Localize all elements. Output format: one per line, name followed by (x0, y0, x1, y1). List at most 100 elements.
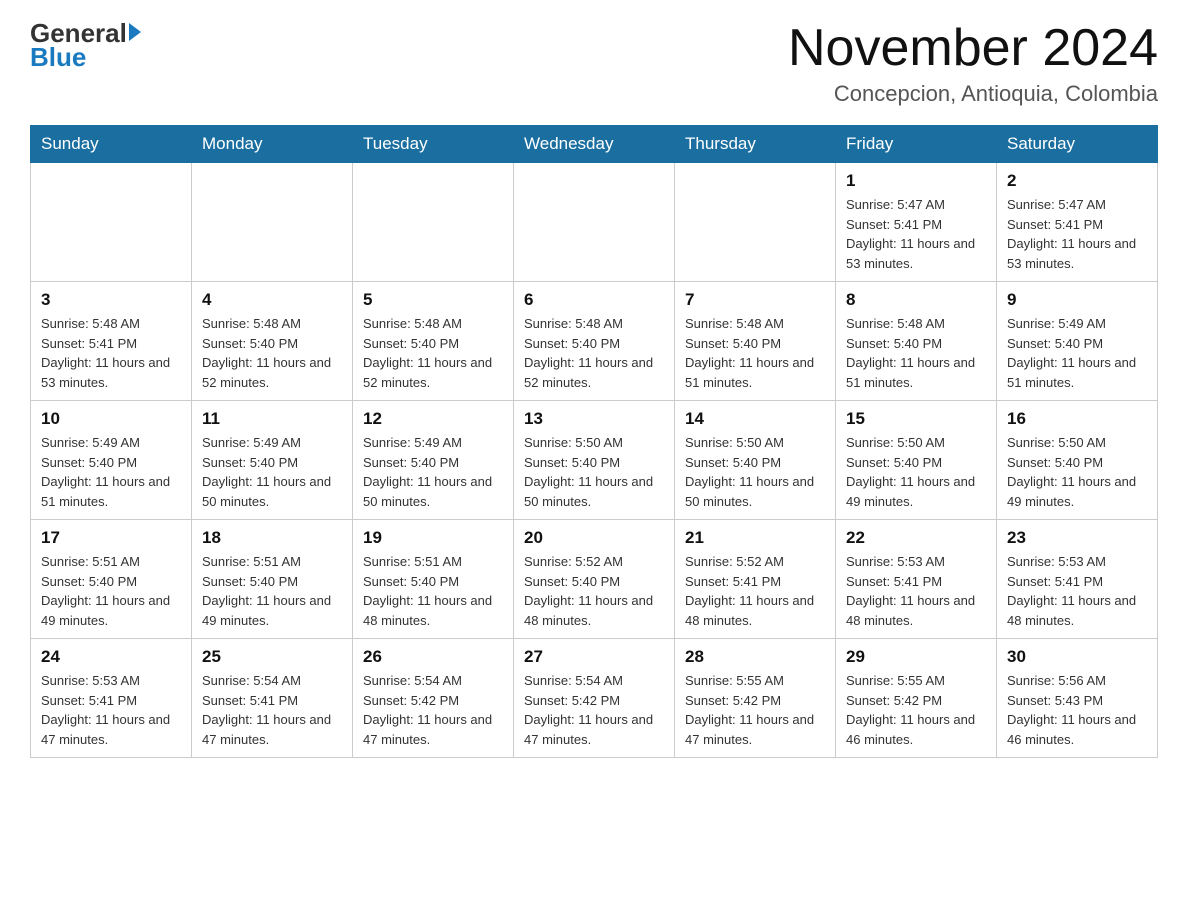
day-cell: 20 Sunrise: 5:52 AM Sunset: 5:40 PM Dayli… (514, 520, 675, 639)
day-cell: 13 Sunrise: 5:50 AM Sunset: 5:40 PM Dayli… (514, 401, 675, 520)
day-info: Sunrise: 5:48 AM Sunset: 5:40 PM Dayligh… (202, 314, 342, 392)
day-cell: 12 Sunrise: 5:49 AM Sunset: 5:40 PM Dayli… (353, 401, 514, 520)
day-info: Sunrise: 5:53 AM Sunset: 5:41 PM Dayligh… (41, 671, 181, 749)
day-cell: 7 Sunrise: 5:48 AM Sunset: 5:40 PM Daylig… (675, 282, 836, 401)
weekday-header-sunday: Sunday (31, 126, 192, 163)
logo-blue-text: Blue (30, 42, 86, 73)
day-info: Sunrise: 5:49 AM Sunset: 5:40 PM Dayligh… (363, 433, 503, 511)
day-number: 27 (524, 647, 664, 667)
day-info: Sunrise: 5:54 AM Sunset: 5:42 PM Dayligh… (524, 671, 664, 749)
day-info: Sunrise: 5:55 AM Sunset: 5:42 PM Dayligh… (846, 671, 986, 749)
day-info: Sunrise: 5:50 AM Sunset: 5:40 PM Dayligh… (524, 433, 664, 511)
day-info: Sunrise: 5:52 AM Sunset: 5:41 PM Dayligh… (685, 552, 825, 630)
day-number: 24 (41, 647, 181, 667)
day-cell: 10 Sunrise: 5:49 AM Sunset: 5:40 PM Dayli… (31, 401, 192, 520)
day-number: 25 (202, 647, 342, 667)
weekday-header-thursday: Thursday (675, 126, 836, 163)
day-info: Sunrise: 5:51 AM Sunset: 5:40 PM Dayligh… (41, 552, 181, 630)
week-row-2: 3 Sunrise: 5:48 AM Sunset: 5:41 PM Daylig… (31, 282, 1158, 401)
day-info: Sunrise: 5:48 AM Sunset: 5:41 PM Dayligh… (41, 314, 181, 392)
day-number: 17 (41, 528, 181, 548)
day-cell (514, 163, 675, 282)
day-cell: 19 Sunrise: 5:51 AM Sunset: 5:40 PM Dayli… (353, 520, 514, 639)
day-cell: 11 Sunrise: 5:49 AM Sunset: 5:40 PM Dayli… (192, 401, 353, 520)
day-cell: 14Sunrise: 5:50 AM Sunset: 5:40 PM Dayli… (675, 401, 836, 520)
day-cell: 29 Sunrise: 5:55 AM Sunset: 5:42 PM Dayli… (836, 639, 997, 758)
day-number: 7 (685, 290, 825, 310)
day-number: 15 (846, 409, 986, 429)
day-number: 10 (41, 409, 181, 429)
day-info: Sunrise: 5:49 AM Sunset: 5:40 PM Dayligh… (41, 433, 181, 511)
day-cell: 18 Sunrise: 5:51 AM Sunset: 5:40 PM Dayli… (192, 520, 353, 639)
calendar-table: SundayMondayTuesdayWednesdayThursdayFrid… (30, 125, 1158, 758)
day-info: Sunrise: 5:53 AM Sunset: 5:41 PM Dayligh… (1007, 552, 1147, 630)
day-cell: 4 Sunrise: 5:48 AM Sunset: 5:40 PM Daylig… (192, 282, 353, 401)
day-number: 5 (363, 290, 503, 310)
day-cell: 28 Sunrise: 5:55 AM Sunset: 5:42 PM Dayli… (675, 639, 836, 758)
weekday-header-monday: Monday (192, 126, 353, 163)
day-info: Sunrise: 5:55 AM Sunset: 5:42 PM Dayligh… (685, 671, 825, 749)
day-cell: 26 Sunrise: 5:54 AM Sunset: 5:42 PM Dayli… (353, 639, 514, 758)
day-number: 23 (1007, 528, 1147, 548)
day-number: 28 (685, 647, 825, 667)
day-cell: 21 Sunrise: 5:52 AM Sunset: 5:41 PM Dayli… (675, 520, 836, 639)
day-cell (31, 163, 192, 282)
day-number: 29 (846, 647, 986, 667)
day-number: 12 (363, 409, 503, 429)
day-number: 11 (202, 409, 342, 429)
day-cell: 5 Sunrise: 5:48 AM Sunset: 5:40 PM Daylig… (353, 282, 514, 401)
day-cell: 22Sunrise: 5:53 AM Sunset: 5:41 PM Dayli… (836, 520, 997, 639)
day-cell: 27 Sunrise: 5:54 AM Sunset: 5:42 PM Dayli… (514, 639, 675, 758)
day-info: Sunrise: 5:52 AM Sunset: 5:40 PM Dayligh… (524, 552, 664, 630)
day-info: Sunrise: 5:47 AM Sunset: 5:41 PM Dayligh… (846, 195, 986, 273)
logo-arrow-icon (129, 23, 141, 41)
day-info: Sunrise: 5:48 AM Sunset: 5:40 PM Dayligh… (524, 314, 664, 392)
day-info: Sunrise: 5:54 AM Sunset: 5:41 PM Dayligh… (202, 671, 342, 749)
day-number: 30 (1007, 647, 1147, 667)
day-cell (675, 163, 836, 282)
day-number: 18 (202, 528, 342, 548)
day-cell: 15 Sunrise: 5:50 AM Sunset: 5:40 PM Dayli… (836, 401, 997, 520)
day-number: 20 (524, 528, 664, 548)
location-subtitle: Concepcion, Antioquia, Colombia (788, 81, 1158, 107)
day-info: Sunrise: 5:48 AM Sunset: 5:40 PM Dayligh… (363, 314, 503, 392)
day-cell: 3 Sunrise: 5:48 AM Sunset: 5:41 PM Daylig… (31, 282, 192, 401)
day-cell: 17 Sunrise: 5:51 AM Sunset: 5:40 PM Dayli… (31, 520, 192, 639)
day-info: Sunrise: 5:53 AM Sunset: 5:41 PM Dayligh… (846, 552, 986, 630)
day-info: Sunrise: 5:48 AM Sunset: 5:40 PM Dayligh… (846, 314, 986, 392)
day-number: 13 (524, 409, 664, 429)
day-number: 9 (1007, 290, 1147, 310)
day-number: 26 (363, 647, 503, 667)
day-cell (192, 163, 353, 282)
week-row-1: 1Sunrise: 5:47 AM Sunset: 5:41 PM Daylig… (31, 163, 1158, 282)
day-number: 19 (363, 528, 503, 548)
week-row-4: 17 Sunrise: 5:51 AM Sunset: 5:40 PM Dayli… (31, 520, 1158, 639)
weekday-header-wednesday: Wednesday (514, 126, 675, 163)
day-info: Sunrise: 5:51 AM Sunset: 5:40 PM Dayligh… (363, 552, 503, 630)
day-info: Sunrise: 5:51 AM Sunset: 5:40 PM Dayligh… (202, 552, 342, 630)
day-info: Sunrise: 5:54 AM Sunset: 5:42 PM Dayligh… (363, 671, 503, 749)
day-info: Sunrise: 5:48 AM Sunset: 5:40 PM Dayligh… (685, 314, 825, 392)
day-info: Sunrise: 5:56 AM Sunset: 5:43 PM Dayligh… (1007, 671, 1147, 749)
month-title: November 2024 (788, 20, 1158, 77)
week-row-3: 10 Sunrise: 5:49 AM Sunset: 5:40 PM Dayli… (31, 401, 1158, 520)
day-info: Sunrise: 5:50 AM Sunset: 5:40 PM Dayligh… (846, 433, 986, 511)
day-number: 16 (1007, 409, 1147, 429)
weekday-header-friday: Friday (836, 126, 997, 163)
page-header: General Blue November 2024 Concepcion, A… (30, 20, 1158, 107)
day-cell: 25 Sunrise: 5:54 AM Sunset: 5:41 PM Dayli… (192, 639, 353, 758)
weekday-header-tuesday: Tuesday (353, 126, 514, 163)
weekday-header-saturday: Saturday (997, 126, 1158, 163)
day-cell (353, 163, 514, 282)
day-number: 4 (202, 290, 342, 310)
day-cell: 30 Sunrise: 5:56 AM Sunset: 5:43 PM Dayli… (997, 639, 1158, 758)
day-number: 2 (1007, 171, 1147, 191)
day-cell: 23 Sunrise: 5:53 AM Sunset: 5:41 PM Dayli… (997, 520, 1158, 639)
day-number: 3 (41, 290, 181, 310)
day-info: Sunrise: 5:49 AM Sunset: 5:40 PM Dayligh… (202, 433, 342, 511)
day-info: Sunrise: 5:49 AM Sunset: 5:40 PM Dayligh… (1007, 314, 1147, 392)
day-cell: 1Sunrise: 5:47 AM Sunset: 5:41 PM Daylig… (836, 163, 997, 282)
logo-area: General Blue (30, 20, 141, 73)
day-number: 21 (685, 528, 825, 548)
day-info: Sunrise: 5:47 AM Sunset: 5:41 PM Dayligh… (1007, 195, 1147, 273)
